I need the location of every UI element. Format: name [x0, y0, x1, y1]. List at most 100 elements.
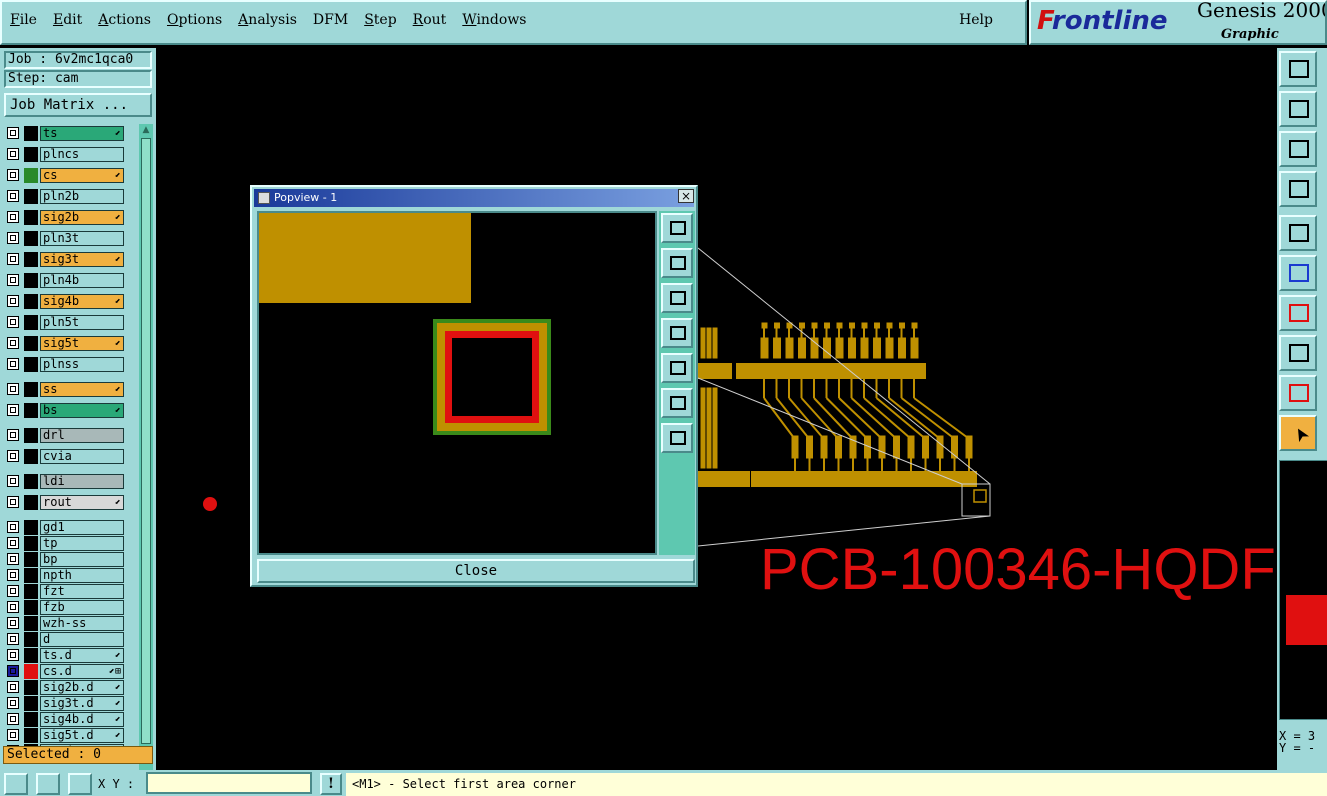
layer-color-swatch[interactable] — [24, 495, 38, 510]
layer-name[interactable]: cs ⬋ — [40, 168, 124, 183]
zoom-area-icon[interactable] — [4, 773, 28, 795]
layer-color-swatch[interactable] — [24, 616, 38, 631]
layer-name[interactable]: bp — [40, 552, 124, 567]
layer-row[interactable]: pln5t — [4, 315, 124, 330]
menu-options[interactable]: Options — [167, 12, 222, 28]
layer-name[interactable]: cvia — [40, 449, 124, 464]
layer-checkbox[interactable] — [7, 429, 19, 441]
layer-name[interactable]: sig2b ⬋ — [40, 210, 124, 225]
layer-row[interactable]: drl — [4, 428, 124, 443]
layer-color-swatch[interactable] — [24, 584, 38, 599]
layer-color-swatch[interactable] — [24, 664, 38, 679]
layer-scrollbar[interactable]: ▲ ▼ — [139, 124, 153, 788]
pointer-icon[interactable]: ➤ — [1279, 415, 1317, 451]
layer-name[interactable]: bs ⬋ — [40, 403, 124, 418]
layer-row[interactable]: d — [4, 632, 124, 647]
layer-checkbox[interactable] — [7, 617, 19, 629]
layer-color-swatch[interactable] — [24, 474, 38, 489]
layer-name[interactable]: wzh-ss — [40, 616, 124, 631]
layer-color-swatch[interactable] — [24, 536, 38, 551]
layer-name[interactable]: npth — [40, 568, 124, 583]
pan-right-icon[interactable] — [661, 353, 693, 383]
layer-checkbox[interactable] — [7, 697, 19, 709]
layer-row[interactable]: ts.d ⬋ — [4, 648, 124, 663]
layer-color-swatch[interactable] — [24, 632, 38, 647]
close-icon[interactable]: × — [678, 189, 694, 203]
layer-checkbox[interactable] — [7, 649, 19, 661]
layer-checkbox[interactable] — [7, 585, 19, 597]
layer-row[interactable]: tp — [4, 536, 124, 551]
layer-checkbox[interactable] — [7, 553, 19, 565]
xy-input[interactable] — [146, 772, 312, 794]
layer-color-swatch[interactable] — [24, 600, 38, 615]
layer-color-swatch[interactable] — [24, 680, 38, 695]
layer-row[interactable]: fzb — [4, 600, 124, 615]
layer-color-swatch[interactable] — [24, 712, 38, 727]
zoom-window-icon[interactable] — [661, 213, 693, 243]
layer-checkbox[interactable] — [7, 148, 19, 160]
layer-checkbox[interactable] — [7, 713, 19, 725]
alert-icon[interactable]: ! — [320, 773, 342, 795]
layer-row[interactable]: sig3t ⬋ — [4, 252, 124, 267]
layer-color-swatch[interactable] — [24, 252, 38, 267]
layer-row[interactable]: pln4b — [4, 273, 124, 288]
layer-name[interactable]: sig5t.d ⬋ — [40, 728, 124, 743]
layer-color-swatch[interactable] — [24, 231, 38, 246]
snap-icon[interactable] — [1279, 215, 1317, 251]
measure-icon[interactable] — [36, 773, 60, 795]
scroll-up-icon[interactable]: ▲ — [140, 125, 152, 137]
layer-color-swatch[interactable] — [24, 403, 38, 418]
layer-name[interactable]: d — [40, 632, 124, 647]
layer-color-swatch[interactable] — [24, 520, 38, 535]
layer-row[interactable]: sig5t ⬋ — [4, 336, 124, 351]
menu-rout[interactable]: Rout — [413, 12, 447, 28]
layer-color-swatch[interactable] — [24, 315, 38, 330]
layer-color-swatch[interactable] — [24, 168, 38, 183]
layer-checkbox[interactable] — [7, 232, 19, 244]
layer-row[interactable]: pln3t — [4, 231, 124, 246]
layer-checkbox[interactable] — [7, 383, 19, 395]
layer-name[interactable]: fzt — [40, 584, 124, 599]
layer-color-swatch[interactable] — [24, 147, 38, 162]
layer-row[interactable]: sig2b.d ⬋ — [4, 680, 124, 695]
layer-row[interactable]: gd1 — [4, 520, 124, 535]
layer-color-swatch[interactable] — [24, 336, 38, 351]
grid-icon[interactable] — [68, 773, 92, 795]
layer-color-swatch[interactable] — [24, 273, 38, 288]
measure-icon[interactable] — [1279, 171, 1317, 207]
layer-name[interactable]: ldi — [40, 474, 124, 489]
zoom-window-icon[interactable] — [1279, 51, 1317, 87]
layer-name[interactable]: ss ⬋ — [40, 382, 124, 397]
layer-color-swatch[interactable] — [24, 210, 38, 225]
layer-checkbox[interactable] — [7, 496, 19, 508]
layer-checkbox[interactable] — [7, 190, 19, 202]
zoom-in-icon[interactable] — [661, 248, 693, 278]
layer-checkbox[interactable] — [7, 633, 19, 645]
layer-name[interactable]: pln5t — [40, 315, 124, 330]
layer-checkbox[interactable] — [7, 569, 19, 581]
layer-checkbox[interactable] — [7, 537, 19, 549]
layer-color-swatch[interactable] — [24, 449, 38, 464]
popview-titlebar[interactable]: Popview - 1 — [254, 189, 694, 207]
scroll-thumb[interactable] — [141, 138, 151, 744]
layer-color-swatch[interactable] — [24, 568, 38, 583]
layer-color-swatch[interactable] — [24, 382, 38, 397]
layer-checkbox[interactable] — [7, 665, 19, 677]
layer-row[interactable]: ts ⬋ — [4, 126, 124, 141]
layer-row[interactable]: rout ⬋ — [4, 495, 124, 510]
feature-select-icon[interactable] — [1279, 335, 1317, 371]
layer-name[interactable]: sig4b ⬋ — [40, 294, 124, 309]
layer-name[interactable]: pln4b — [40, 273, 124, 288]
layer-checkbox[interactable] — [7, 601, 19, 613]
layer-row[interactable]: pln2b — [4, 189, 124, 204]
layer-name[interactable]: plncs — [40, 147, 124, 162]
layer-row[interactable]: plncs — [4, 147, 124, 162]
layer-color-swatch[interactable] — [24, 294, 38, 309]
menu-dfm[interactable]: DFM — [313, 12, 348, 28]
layer-name[interactable]: sig3t ⬋ — [40, 252, 124, 267]
fit-screen-icon[interactable] — [1279, 131, 1317, 167]
layer-name[interactable]: sig2b.d ⬋ — [40, 680, 124, 695]
layer-name[interactable]: tp — [40, 536, 124, 551]
layer-row[interactable]: wzh-ss — [4, 616, 124, 631]
layer-row[interactable]: cvia — [4, 449, 124, 464]
